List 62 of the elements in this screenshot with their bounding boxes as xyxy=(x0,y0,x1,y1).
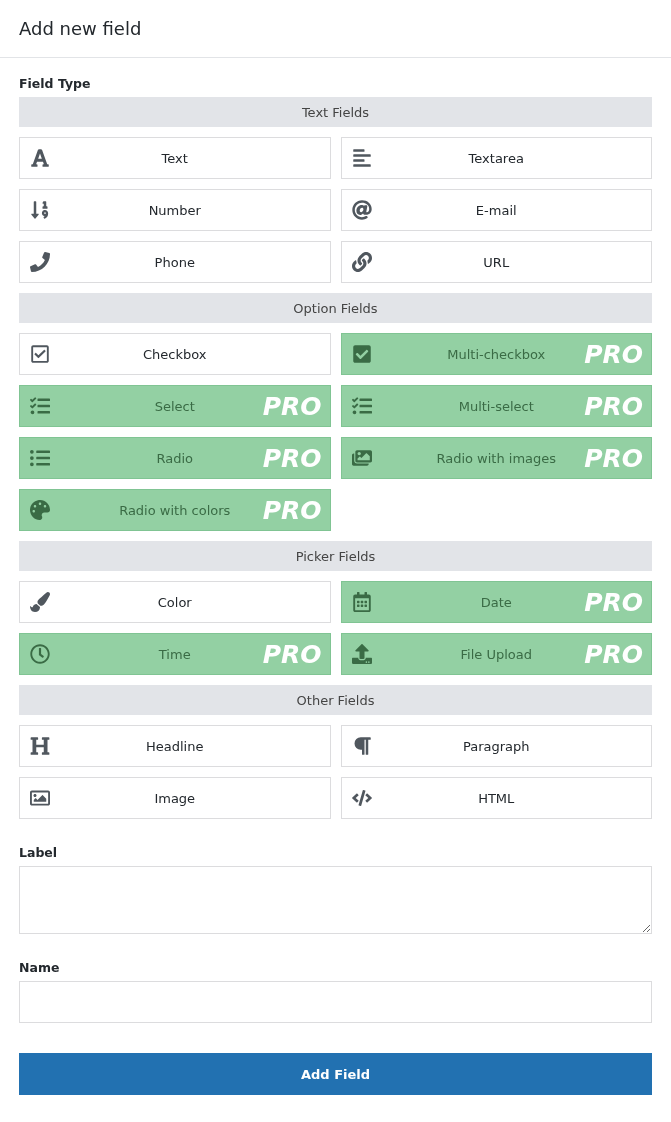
numbers-icon xyxy=(30,200,50,220)
pro-label: PRO xyxy=(584,639,643,669)
section-heading: Picker Fields xyxy=(19,541,652,571)
section-heading: Option Fields xyxy=(19,293,652,323)
at-sign-icon xyxy=(351,200,372,220)
add-field-button[interactable]: Add Field xyxy=(19,1053,652,1095)
field-type-button[interactable]: HTML xyxy=(340,777,652,819)
field-type-button[interactable]: Time PRO xyxy=(19,633,331,675)
pro-label: PRO xyxy=(262,391,322,421)
section-heading: Other Fields xyxy=(19,685,652,715)
field-type-button[interactable]: Radio with images PRO xyxy=(340,437,652,479)
field-type-button[interactable]: Number xyxy=(19,189,331,231)
pro-label: PRO xyxy=(584,391,643,421)
image-icon xyxy=(30,788,50,808)
checklist-icon xyxy=(30,396,50,416)
field-type-button[interactable]: Textarea xyxy=(340,137,652,179)
upload-icon xyxy=(351,644,372,664)
field-type-button[interactable]: Checkbox xyxy=(19,333,331,375)
pro-label: PRO xyxy=(584,339,643,369)
checkbox-icon xyxy=(351,344,372,364)
field-type-button[interactable]: File Upload PRO xyxy=(340,633,652,675)
images-icon xyxy=(351,448,372,468)
field-label: Label xyxy=(19,845,59,860)
field-label: Name xyxy=(19,960,61,975)
pro-label: PRO xyxy=(262,639,322,669)
phone-icon xyxy=(30,252,50,272)
field-type-button[interactable]: Date PRO xyxy=(340,581,652,623)
field-type-button[interactable]: URL xyxy=(340,241,652,283)
field-type-button[interactable]: Image xyxy=(19,777,331,819)
checkbox-icon xyxy=(30,344,50,364)
name-input[interactable] xyxy=(19,981,652,1023)
letter-icon xyxy=(30,148,50,168)
pro-label: PRO xyxy=(262,443,322,473)
palette-icon xyxy=(30,500,50,520)
calendar-icon xyxy=(351,592,372,612)
field-type-button[interactable]: Radio with colors PRO xyxy=(19,489,331,531)
link-icon xyxy=(351,252,372,272)
field-type-button[interactable]: Phone xyxy=(19,241,331,283)
section-heading: Text Fields xyxy=(19,97,652,127)
field-type-button[interactable]: Select PRO xyxy=(19,385,331,427)
field-type-button[interactable]: Text xyxy=(19,137,331,179)
heading-icon xyxy=(30,736,50,756)
field-type-button[interactable]: Color xyxy=(19,581,331,623)
code-icon xyxy=(351,788,372,808)
field-type-button[interactable]: Radio PRO xyxy=(19,437,331,479)
field-type-button[interactable]: Headline xyxy=(19,725,331,767)
field-type-button[interactable]: E-mail xyxy=(340,189,652,231)
list-icon xyxy=(30,448,50,468)
align-left-icon xyxy=(351,148,372,168)
checklist-icon xyxy=(351,396,372,416)
pro-label: PRO xyxy=(262,495,322,525)
clock-icon xyxy=(30,644,50,664)
field-label: Field Type xyxy=(19,76,92,91)
field-type-button[interactable]: Multi-select PRO xyxy=(340,385,652,427)
pro-label: PRO xyxy=(584,587,643,617)
brush-icon xyxy=(30,592,50,612)
pro-label: PRO xyxy=(584,443,643,473)
dialog-title: Add new field xyxy=(19,18,142,39)
label-input[interactable] xyxy=(19,866,652,934)
field-type-button[interactable]: Paragraph xyxy=(340,725,652,767)
pilcrow-icon xyxy=(351,736,372,756)
field-type-button[interactable]: Multi-checkbox PRO xyxy=(340,333,652,375)
